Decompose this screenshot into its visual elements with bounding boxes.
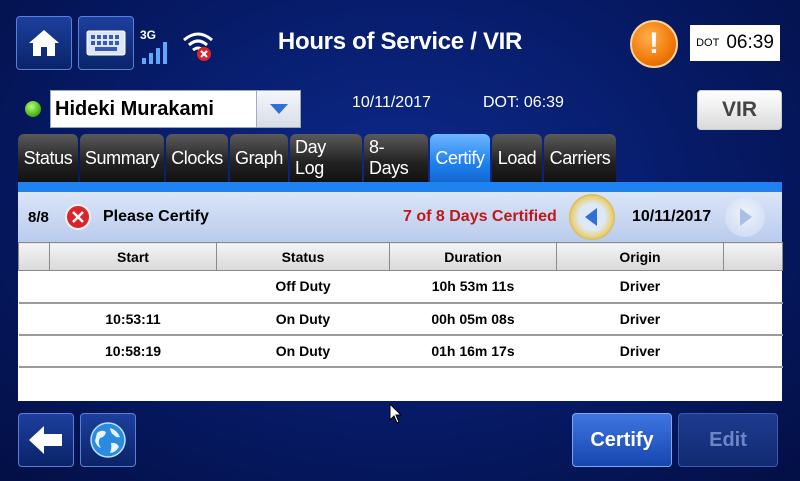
table-row[interactable]: Off Duty 10h 53m 11s Driver [18, 270, 783, 304]
chevron-down-icon [269, 104, 288, 114]
certify-button[interactable]: Certify [572, 413, 672, 467]
certified-status: 7 of 8 Days Certified [403, 208, 557, 225]
cell-start: 10:53:11 [49, 302, 217, 336]
certify-panel: 8/8 Please Certify 7 of 8 Days Certified… [18, 182, 783, 401]
back-button[interactable] [18, 413, 74, 467]
certify-header: 8/8 Please Certify 7 of 8 Days Certified… [18, 192, 782, 242]
header-dot-time: DOT: 06:39 [483, 94, 564, 111]
column-header-origin: Origin [556, 242, 724, 271]
next-day-button[interactable] [725, 197, 765, 237]
tab-carriers[interactable]: Carriers [544, 134, 616, 182]
tab-8-days[interactable]: 8-Days [364, 134, 428, 182]
header-date: 10/11/2017 [352, 94, 431, 111]
not-certified-icon [65, 204, 91, 230]
home-icon [29, 30, 59, 56]
tab-certify[interactable]: Certify [430, 134, 490, 182]
certify-date: 10/11/2017 [632, 208, 712, 225]
keyboard-button[interactable] [78, 16, 134, 70]
arrow-left-icon [29, 426, 62, 454]
tab-load[interactable]: Load [492, 134, 542, 182]
dot-clock: DOT 06:39 [690, 25, 780, 61]
page-title: Hours of Service / VIR [277, 28, 523, 55]
tab-status[interactable]: Status [18, 134, 78, 182]
table-header-row: Start Status Duration Origin [18, 242, 783, 271]
edit-button[interactable]: Edit [678, 413, 778, 467]
signal-bars-icon [142, 42, 167, 64]
tab-summary[interactable]: Summary [80, 134, 164, 182]
alert-button[interactable]: ! [630, 20, 678, 68]
globe-icon [90, 422, 126, 458]
cell-duration: 00h 05m 08s [389, 302, 557, 336]
cell-duration: 01h 16m 17s [389, 334, 557, 368]
cell-origin: Driver [556, 302, 724, 336]
column-header-extra [723, 242, 783, 271]
cell-origin: Driver [556, 270, 724, 304]
driver-name: Hideki Murakami [55, 97, 214, 120]
mouse-cursor-icon [389, 403, 403, 424]
driver-dropdown-button[interactable] [256, 91, 300, 127]
signal-label: 3G [140, 28, 157, 42]
column-header-status: Status [216, 242, 390, 271]
tab-clocks[interactable]: Clocks [166, 134, 228, 182]
previous-day-button[interactable] [569, 194, 615, 240]
home-button[interactable] [16, 16, 72, 70]
cell-start: 10:58:19 [49, 334, 217, 368]
dot-clock-label: DOT [696, 37, 720, 49]
column-header-start: Start [49, 242, 217, 271]
table-row[interactable]: 10:53:11 On Duty 00h 05m 08s Driver [18, 302, 783, 336]
cell-duration: 10h 53m 11s [389, 270, 557, 304]
cell-status: On Duty [216, 334, 390, 368]
tab-graph[interactable]: Graph [230, 134, 288, 182]
arrow-left-icon [585, 208, 597, 226]
vir-button[interactable]: VIR [697, 90, 782, 130]
alert-icon: ! [649, 27, 659, 60]
cell-start [49, 270, 217, 304]
cell-status: On Duty [216, 302, 390, 336]
tab-day-log[interactable]: Day Log [290, 134, 362, 182]
tab-bar: Status Summary Clocks Graph Day Log 8-Da… [18, 134, 616, 182]
driver-status-led [25, 101, 41, 117]
certify-prompt: Please Certify [103, 208, 209, 225]
keyboard-icon [86, 30, 126, 56]
column-header-duration: Duration [389, 242, 557, 271]
table-row[interactable]: 10:58:19 On Duty 01h 16m 17s Driver [18, 334, 783, 368]
day-count: 8/8 [28, 208, 49, 226]
dot-clock-time: 06:39 [726, 32, 774, 53]
driver-select[interactable]: Hideki Murakami [50, 90, 301, 128]
wifi-disconnected-icon [183, 32, 213, 61]
globe-button[interactable] [80, 413, 136, 467]
column-header-select [18, 242, 50, 271]
cell-status: Off Duty [216, 270, 390, 304]
cell-origin: Driver [556, 334, 724, 368]
arrow-right-icon [740, 208, 752, 226]
cellular-signal: 3G [140, 28, 174, 64]
log-table: Start Status Duration Origin Off Duty 10… [18, 242, 783, 368]
